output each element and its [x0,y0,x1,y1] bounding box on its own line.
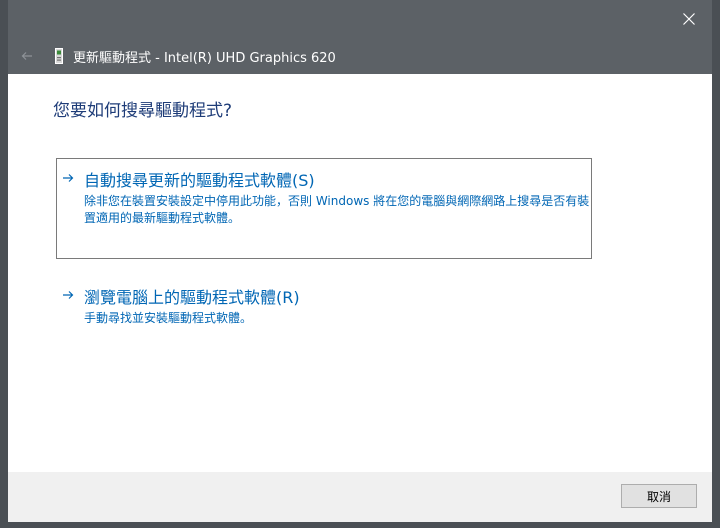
option-description: 手動尋找並安裝驅動程式軟體。 [84,311,253,325]
update-driver-dialog: 更新驅動程式 - Intel(R) UHD Graphics 620 您要如何搜… [8,0,712,522]
title-bar [8,0,712,38]
back-button[interactable] [10,38,44,74]
page-heading: 您要如何搜尋驅動程式? [53,101,233,121]
close-button[interactable] [666,0,712,38]
close-icon [683,13,695,25]
dialog-title: 更新驅動程式 - Intel(R) UHD Graphics 620 [73,50,336,66]
option-title: 自動搜尋更新的驅動程式軟體(S) [84,171,315,190]
option-description: 除非您在裝置安裝設定中停用此功能，否則 Windows 將在您的電腦與網際網路上… [84,194,590,225]
option-title: 瀏覽電腦上的驅動程式軟體(R) [84,288,300,307]
cancel-button[interactable]: 取消 [621,484,697,508]
arrow-right-icon [63,174,74,182]
back-arrow-icon [21,52,32,60]
dialog-header: 更新驅動程式 - Intel(R) UHD Graphics 620 [8,38,712,74]
browse-computer-option[interactable]: 瀏覽電腦上的驅動程式軟體(R) 手動尋找並安裝驅動程式軟體。 [56,280,592,340]
device-icon [54,48,64,64]
dialog-footer: 取消 [8,472,712,522]
search-automatically-option[interactable]: 自動搜尋更新的驅動程式軟體(S) 除非您在裝置安裝設定中停用此功能，否則 Win… [56,158,592,259]
arrow-right-icon [63,291,74,299]
